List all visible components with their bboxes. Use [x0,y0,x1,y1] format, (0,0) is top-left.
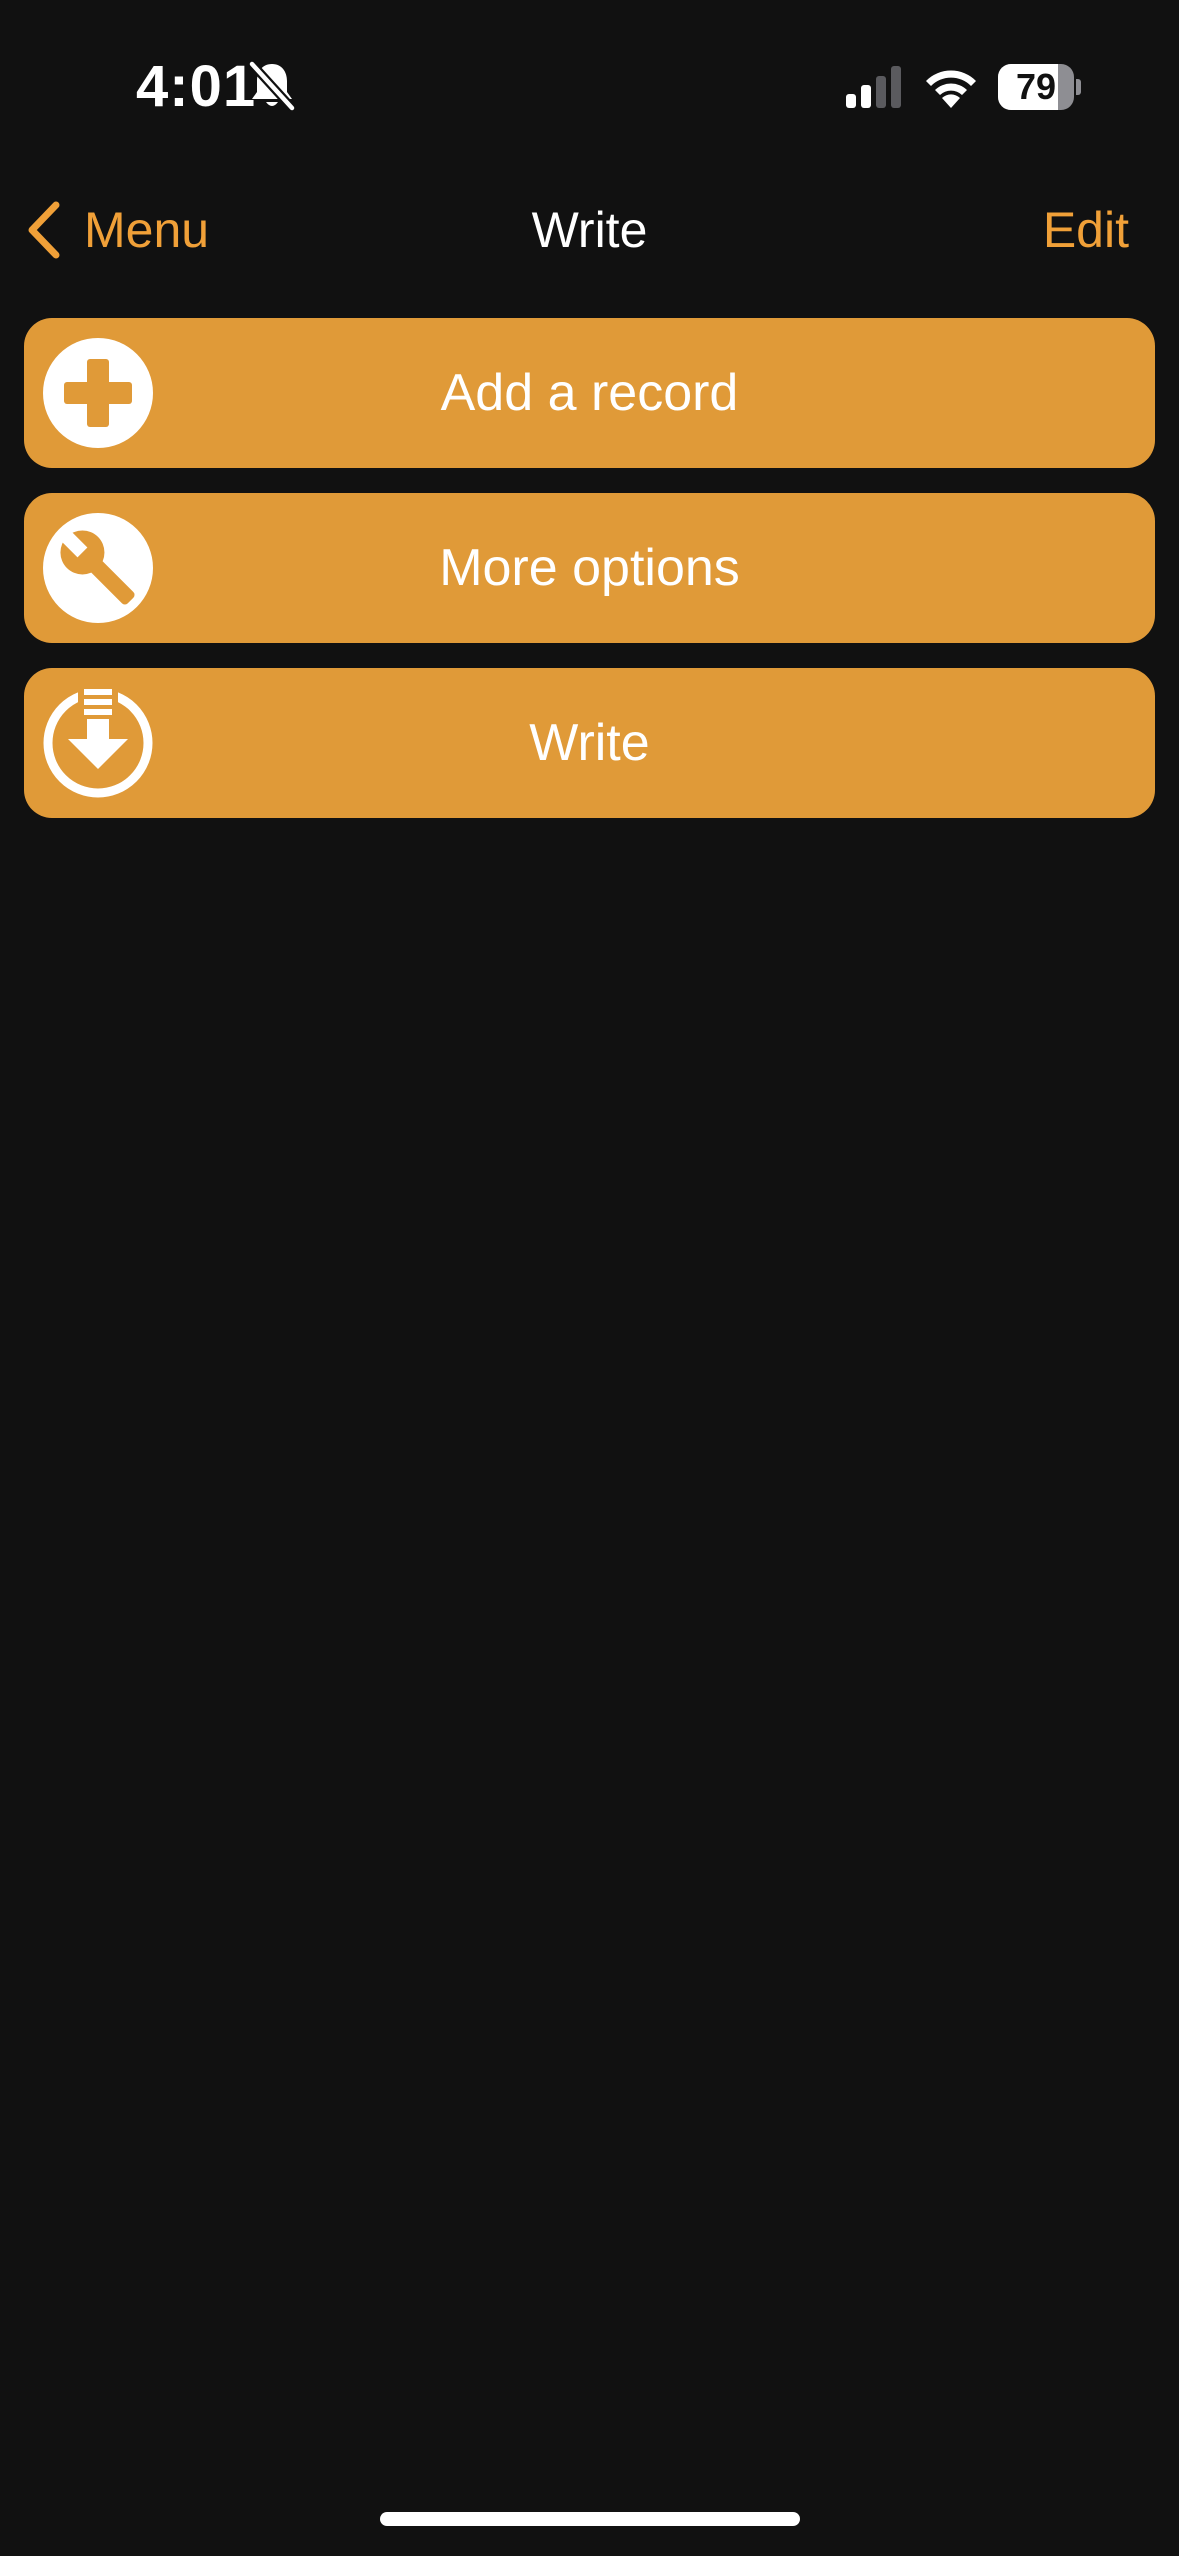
wifi-icon [926,70,976,108]
bell-slash-icon [248,60,296,112]
battery-indicator: 79 [998,64,1081,110]
write-label: Write [529,714,650,772]
add-record-button[interactable]: Add a record [24,318,1155,468]
more-options-button[interactable]: More options [24,493,1155,643]
navigation-bar: Menu Write Edit [0,180,1179,280]
add-record-label: Add a record [440,364,739,422]
battery-percentage: 79 [1015,66,1057,107]
status-bar: 4:01 79 [0,0,1179,170]
battery-cap [1076,79,1081,95]
home-indicator[interactable] [380,2512,800,2526]
more-options-label: More options [439,539,740,597]
write-button[interactable]: Write [24,668,1155,818]
action-list: Add a record More options Write [24,318,1155,843]
back-button-label: Menu [84,202,210,258]
battery-body: 79 [998,64,1074,110]
back-button[interactable]: Menu [22,190,209,270]
write-screen: 4:01 79 Menu Write Edit Add a record Mor… [0,0,1179,2556]
chevron-left-icon [28,201,60,259]
status-time: 4:01 [136,54,257,119]
edit-button[interactable]: Edit [1043,190,1129,270]
cellular-signal-icon [846,66,901,108]
